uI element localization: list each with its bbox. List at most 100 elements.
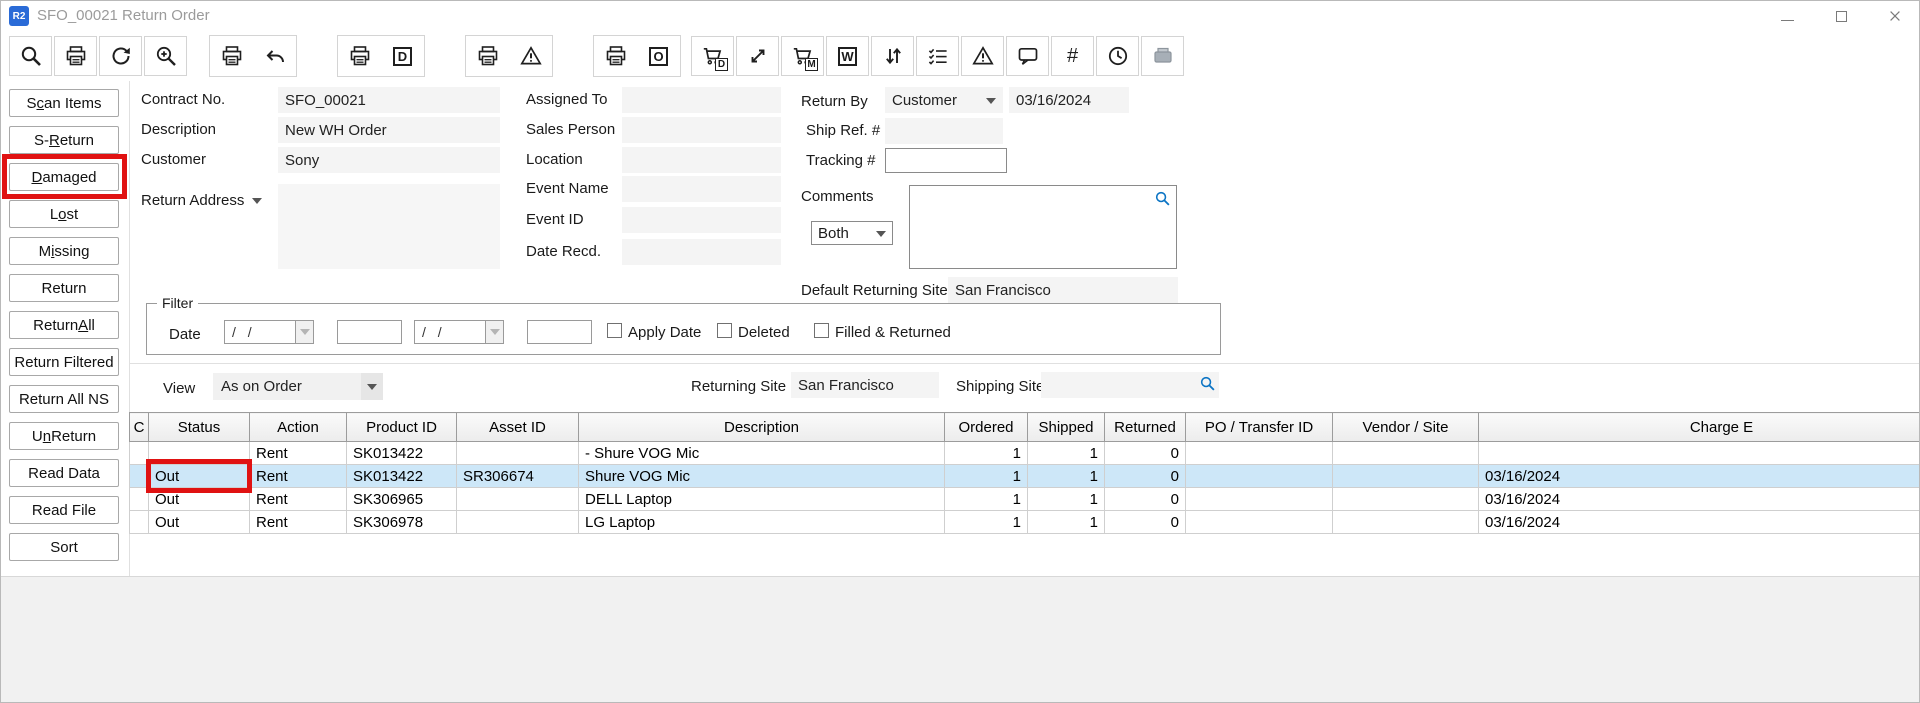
- cell-shipped[interactable]: 1: [1028, 511, 1105, 534]
- sidebar-button-lost[interactable]: Lost: [9, 200, 119, 228]
- col-header-asset-id[interactable]: Asset ID: [457, 413, 579, 442]
- zoom-in-button[interactable]: [144, 36, 187, 76]
- cell-returned[interactable]: 0: [1105, 488, 1186, 511]
- cell-status[interactable]: Out: [149, 465, 250, 488]
- cell-product-id[interactable]: SK013422: [347, 465, 457, 488]
- cell-action[interactable]: Rent: [250, 511, 347, 534]
- sidebar-button-return-all[interactable]: Return All: [9, 311, 119, 339]
- cell-ordered[interactable]: 1: [945, 465, 1028, 488]
- filled-returned-checkbox[interactable]: [814, 323, 829, 338]
- cell-returned[interactable]: 0: [1105, 465, 1186, 488]
- sidebar-button-read-file[interactable]: Read File: [9, 496, 119, 524]
- cell-ordered[interactable]: 1: [945, 511, 1028, 534]
- sidebar-button-return-all-ns[interactable]: Return All NS: [9, 385, 119, 413]
- col-header-po-transfer-id[interactable]: PO / Transfer ID: [1186, 413, 1333, 442]
- exception-print-button[interactable]: [509, 36, 552, 76]
- table-row-selected[interactable]: Out Rent SK013422 SR306674 Shure VOG Mic…: [130, 465, 1920, 488]
- search-button[interactable]: [9, 36, 52, 76]
- print-button[interactable]: [54, 36, 97, 76]
- col-header-ordered[interactable]: Ordered: [945, 413, 1028, 442]
- cell-status[interactable]: Out: [149, 511, 250, 534]
- cell-asset-id[interactable]: SR306674: [457, 465, 579, 488]
- table-row[interactable]: Out Rent SK306978 LG Laptop 1 1 0 03/16/…: [130, 511, 1920, 534]
- cell-status[interactable]: [149, 442, 250, 465]
- time-button[interactable]: [1096, 36, 1139, 76]
- sidebar-button-return[interactable]: Return: [9, 274, 119, 302]
- cart-transfer-button[interactable]: M: [781, 36, 824, 76]
- cell-charge-end[interactable]: 03/16/2024: [1479, 511, 1920, 534]
- date-from-input[interactable]: / /: [224, 320, 296, 344]
- cell-asset-id[interactable]: [457, 488, 579, 511]
- sequence-number-button[interactable]: #: [1051, 36, 1094, 76]
- cell-shipped[interactable]: 1: [1028, 442, 1105, 465]
- col-header-product-id[interactable]: Product ID: [347, 413, 457, 442]
- sidebar-button-damaged[interactable]: Damaged: [9, 163, 119, 191]
- shipping-site-search-icon[interactable]: [1199, 375, 1216, 392]
- sort-updown-button[interactable]: [871, 36, 914, 76]
- refresh-button[interactable]: [99, 36, 142, 76]
- col-header-charge-end[interactable]: Charge E: [1479, 413, 1920, 442]
- cell-product-id[interactable]: SK306965: [347, 488, 457, 511]
- sidebar-button-return-filtered[interactable]: Return Filtered: [9, 348, 119, 376]
- cell-ordered[interactable]: 1: [945, 488, 1028, 511]
- checklist-button[interactable]: [916, 36, 959, 76]
- col-header-vendor-site[interactable]: Vendor / Site: [1333, 413, 1479, 442]
- col-header-returned[interactable]: Returned: [1105, 413, 1186, 442]
- view-dropdown-button[interactable]: [361, 373, 383, 400]
- cell-po-transfer-id[interactable]: [1186, 442, 1333, 465]
- sidebar-button-missing[interactable]: Missing: [9, 237, 119, 265]
- close-button[interactable]: [1887, 8, 1903, 24]
- print-delivery-button[interactable]: [338, 36, 381, 76]
- cell-charge-end[interactable]: 03/16/2024: [1479, 488, 1920, 511]
- tracking-input[interactable]: [885, 148, 1007, 173]
- col-header-c[interactable]: C: [130, 413, 149, 442]
- comments-search-icon[interactable]: [1154, 190, 1171, 207]
- cell-asset-id[interactable]: [457, 442, 579, 465]
- cell-returned[interactable]: 0: [1105, 442, 1186, 465]
- cell-description[interactable]: DELL Laptop: [579, 488, 945, 511]
- exceptions-button[interactable]: [961, 36, 1004, 76]
- col-header-action[interactable]: Action: [250, 413, 347, 442]
- table-row[interactable]: Out Rent SK306965 DELL Laptop 1 1 0 03/1…: [130, 488, 1920, 511]
- cell-vendor-site[interactable]: [1333, 442, 1479, 465]
- cell-charge-end[interactable]: [1479, 442, 1920, 465]
- cell-charge-end[interactable]: 03/16/2024: [1479, 465, 1920, 488]
- date-to-dropdown-button[interactable]: [486, 320, 504, 344]
- col-header-shipped[interactable]: Shipped: [1028, 413, 1105, 442]
- sidebar-button-read-data[interactable]: Read Data: [9, 459, 119, 487]
- cell-po-transfer-id[interactable]: [1186, 488, 1333, 511]
- sidebar-button-unreturn[interactable]: UnReturn: [9, 422, 119, 450]
- cell-c[interactable]: [130, 511, 149, 534]
- cell-vendor-site[interactable]: [1333, 465, 1479, 488]
- expand-button[interactable]: [736, 36, 779, 76]
- table-row[interactable]: Rent SK013422 - Shure VOG Mic 1 1 0: [130, 442, 1920, 465]
- order-print-button[interactable]: O: [637, 36, 680, 76]
- cell-description[interactable]: Shure VOG Mic: [579, 465, 945, 488]
- deleted-checkbox[interactable]: [717, 323, 732, 338]
- cell-po-transfer-id[interactable]: [1186, 465, 1333, 488]
- cell-product-id[interactable]: SK013422: [347, 442, 457, 465]
- date-from-dropdown-button[interactable]: [296, 320, 314, 344]
- sidebar-button-s-return[interactable]: S-Return: [9, 126, 119, 154]
- col-header-status[interactable]: Status: [149, 413, 250, 442]
- col-header-description[interactable]: Description: [579, 413, 945, 442]
- cell-description[interactable]: LG Laptop: [579, 511, 945, 534]
- cell-c[interactable]: [130, 442, 149, 465]
- cell-status[interactable]: Out: [149, 488, 250, 511]
- time-to-input[interactable]: [527, 320, 592, 344]
- date-to-input[interactable]: / /: [414, 320, 486, 344]
- sidebar-button-sort[interactable]: Sort: [9, 533, 119, 561]
- cell-action[interactable]: Rent: [250, 442, 347, 465]
- undo-button[interactable]: [253, 36, 296, 76]
- sidebar-button-scan-items[interactable]: Scan Items: [9, 89, 119, 117]
- cell-returned[interactable]: 0: [1105, 511, 1186, 534]
- cart-delivery-button[interactable]: D: [691, 36, 734, 76]
- print-order-button[interactable]: [594, 36, 637, 76]
- cell-description[interactable]: - Shure VOG Mic: [579, 442, 945, 465]
- cell-shipped[interactable]: 1: [1028, 488, 1105, 511]
- cell-c[interactable]: [130, 488, 149, 511]
- comments-mode-dropdown[interactable]: Both: [811, 221, 893, 245]
- delivery-note-button[interactable]: D: [381, 36, 424, 76]
- cell-action[interactable]: Rent: [250, 488, 347, 511]
- cell-shipped[interactable]: 1: [1028, 465, 1105, 488]
